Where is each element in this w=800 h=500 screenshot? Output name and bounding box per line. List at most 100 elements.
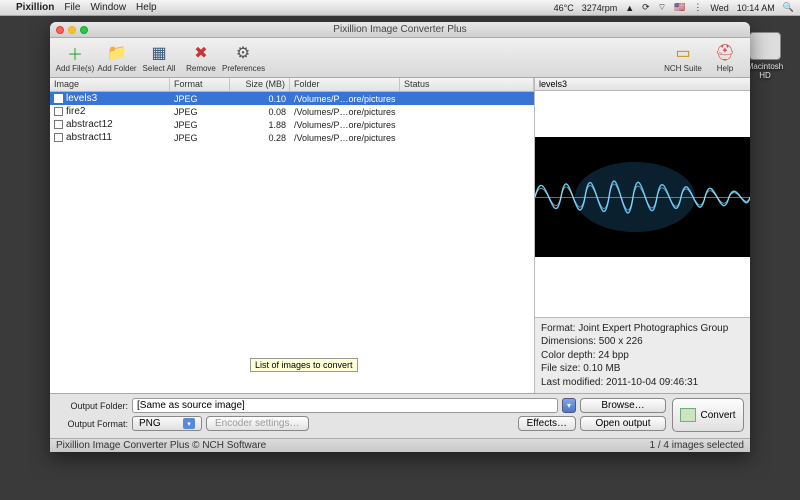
preferences-label: Preferences: [222, 64, 264, 73]
select-all-icon: ▦: [149, 43, 169, 63]
select-all-button[interactable]: ▦ Select All: [138, 43, 180, 73]
select-all-label: Select All: [138, 64, 180, 73]
file-icon: [54, 120, 63, 129]
output-format-label: Output Format:: [56, 419, 128, 429]
menubar-window[interactable]: Window: [90, 2, 126, 13]
menubar-temp: 46°C: [554, 3, 574, 13]
preview-name: levels3: [535, 78, 750, 91]
effects-label: Effects…: [527, 418, 567, 429]
convert-button[interactable]: Convert: [672, 398, 744, 432]
file-list-panel: Image Format Size (MB) Folder Status lev…: [50, 78, 535, 393]
file-format: JPEG: [170, 133, 230, 143]
output-folder-label: Output Folder:: [56, 401, 128, 411]
add-folder-button[interactable]: 📁 Add Folder: [96, 43, 138, 73]
file-folder: /Volumes/P…ore/pictures: [290, 120, 400, 130]
preview-image-area: [535, 91, 750, 317]
preview-metadata: Format: Joint Expert Photographics Group…: [535, 317, 750, 394]
spotlight-icon[interactable]: 🔍: [783, 2, 794, 13]
status-bar: Pixillion Image Converter Plus © NCH Sof…: [50, 438, 750, 452]
file-size: 0.08: [230, 107, 290, 117]
main-area: Image Format Size (MB) Folder Status lev…: [50, 78, 750, 393]
output-format-value: PNG: [139, 418, 161, 429]
remove-icon: ✖: [191, 43, 211, 63]
nch-suite-label: NCH Suite: [662, 64, 704, 73]
file-icon: [54, 133, 63, 142]
output-folder-field[interactable]: [Same as source image]: [132, 398, 558, 413]
browse-button[interactable]: Browse…: [580, 398, 666, 413]
col-size[interactable]: Size (MB): [230, 78, 290, 91]
meta-modified: Last modified: 2011-10-04 09:46:31: [541, 376, 744, 390]
window-minimize-button[interactable]: [68, 26, 76, 34]
table-row[interactable]: abstract11 JPEG0.28/Volumes/P…ore/picture…: [50, 131, 534, 144]
menubar-icon[interactable]: ▲: [625, 3, 634, 13]
nch-suite-button[interactable]: ▭ NCH Suite: [662, 43, 704, 73]
file-name: abstract11: [66, 132, 112, 143]
add-folder-label: Add Folder: [96, 64, 138, 73]
file-folder: /Volumes/P…ore/pictures: [290, 107, 400, 117]
preview-image: [535, 137, 750, 257]
status-right: 1 / 4 images selected: [650, 440, 745, 451]
col-image[interactable]: Image: [50, 78, 170, 91]
file-folder: /Volumes/P…ore/pictures: [290, 94, 400, 104]
status-left: Pixillion Image Converter Plus © NCH Sof…: [56, 440, 266, 451]
convert-label: Convert: [700, 410, 735, 421]
open-output-label: Open output: [595, 418, 650, 429]
window-zoom-button[interactable]: [80, 26, 88, 34]
file-format: JPEG: [170, 94, 230, 104]
window-titlebar[interactable]: Pixillion Image Converter Plus: [50, 22, 750, 38]
wifi-icon[interactable]: ⋮: [693, 2, 702, 13]
file-name: fire2: [66, 106, 85, 117]
file-folder: /Volumes/P…ore/pictures: [290, 133, 400, 143]
menubar-help[interactable]: Help: [136, 2, 157, 13]
column-headers[interactable]: Image Format Size (MB) Folder Status: [50, 78, 534, 92]
encoder-settings-label: Encoder settings…: [215, 418, 300, 429]
menubar-icon[interactable]: ⟳: [642, 2, 650, 13]
file-size: 0.28: [230, 133, 290, 143]
menubar-day[interactable]: Wed: [710, 3, 728, 13]
preferences-button[interactable]: ⚙ Preferences: [222, 43, 264, 73]
col-folder[interactable]: Folder: [290, 78, 400, 91]
preferences-icon: ⚙: [233, 43, 253, 63]
menubar-file[interactable]: File: [64, 2, 80, 13]
file-list[interactable]: levels3JPEG0.10/Volumes/P…ore/picturesfi…: [50, 92, 534, 393]
file-size: 1.88: [230, 120, 290, 130]
bluetooth-icon[interactable]: ⌔: [658, 2, 666, 13]
output-format-select[interactable]: PNG ▾: [132, 416, 202, 431]
help-button[interactable]: ⛑ Help: [704, 43, 746, 73]
window-close-button[interactable]: [56, 26, 64, 34]
meta-dimensions: Dimensions: 500 x 226: [541, 335, 744, 349]
preview-panel: levels3 Format: Joint Expert Photographi…: [535, 78, 750, 393]
menubar-time[interactable]: 10:14 AM: [737, 3, 775, 13]
output-folder-dropdown[interactable]: ▾: [562, 398, 576, 413]
menubar-app-name[interactable]: Pixillion: [16, 2, 54, 13]
output-folder-value: [Same as source image]: [137, 400, 245, 411]
file-name: abstract12: [66, 119, 113, 130]
file-format: JPEG: [170, 107, 230, 117]
mac-menubar: Pixillion File Window Help 46°C 3274rpm …: [0, 0, 800, 16]
file-name: levels3: [66, 93, 97, 104]
nch-suite-icon: ▭: [673, 43, 693, 63]
flag-icon[interactable]: 🇺🇸: [674, 2, 685, 13]
effects-button[interactable]: Effects…: [518, 416, 576, 431]
add-files-button[interactable]: ＋ Add File(s): [54, 43, 96, 73]
col-status[interactable]: Status: [400, 78, 534, 91]
chevron-down-icon: ▾: [183, 418, 195, 429]
file-icon: [54, 107, 63, 116]
open-output-button[interactable]: Open output: [580, 416, 666, 431]
window-title: Pixillion Image Converter Plus: [50, 24, 750, 35]
tooltip: List of images to convert: [250, 358, 358, 372]
help-label: Help: [704, 64, 746, 73]
file-format: JPEG: [170, 120, 230, 130]
table-row[interactable]: abstract12 JPEG1.88/Volumes/P…ore/picture…: [50, 118, 534, 131]
help-icon: ⛑: [715, 43, 735, 63]
table-row[interactable]: fire2 JPEG0.08/Volumes/P…ore/pictures: [50, 105, 534, 118]
col-format[interactable]: Format: [170, 78, 230, 91]
remove-button[interactable]: ✖ Remove: [180, 43, 222, 73]
table-row[interactable]: levels3 JPEG0.10/Volumes/P…ore/pictures: [50, 92, 534, 105]
meta-format: Format: Joint Expert Photographics Group: [541, 322, 744, 336]
encoder-settings-button[interactable]: Encoder settings…: [206, 416, 309, 431]
remove-label: Remove: [180, 64, 222, 73]
app-window: Pixillion Image Converter Plus ＋ Add Fil…: [50, 22, 750, 452]
toolbar: ＋ Add File(s) 📁 Add Folder ▦ Select All …: [50, 38, 750, 78]
file-size: 0.10: [230, 94, 290, 104]
